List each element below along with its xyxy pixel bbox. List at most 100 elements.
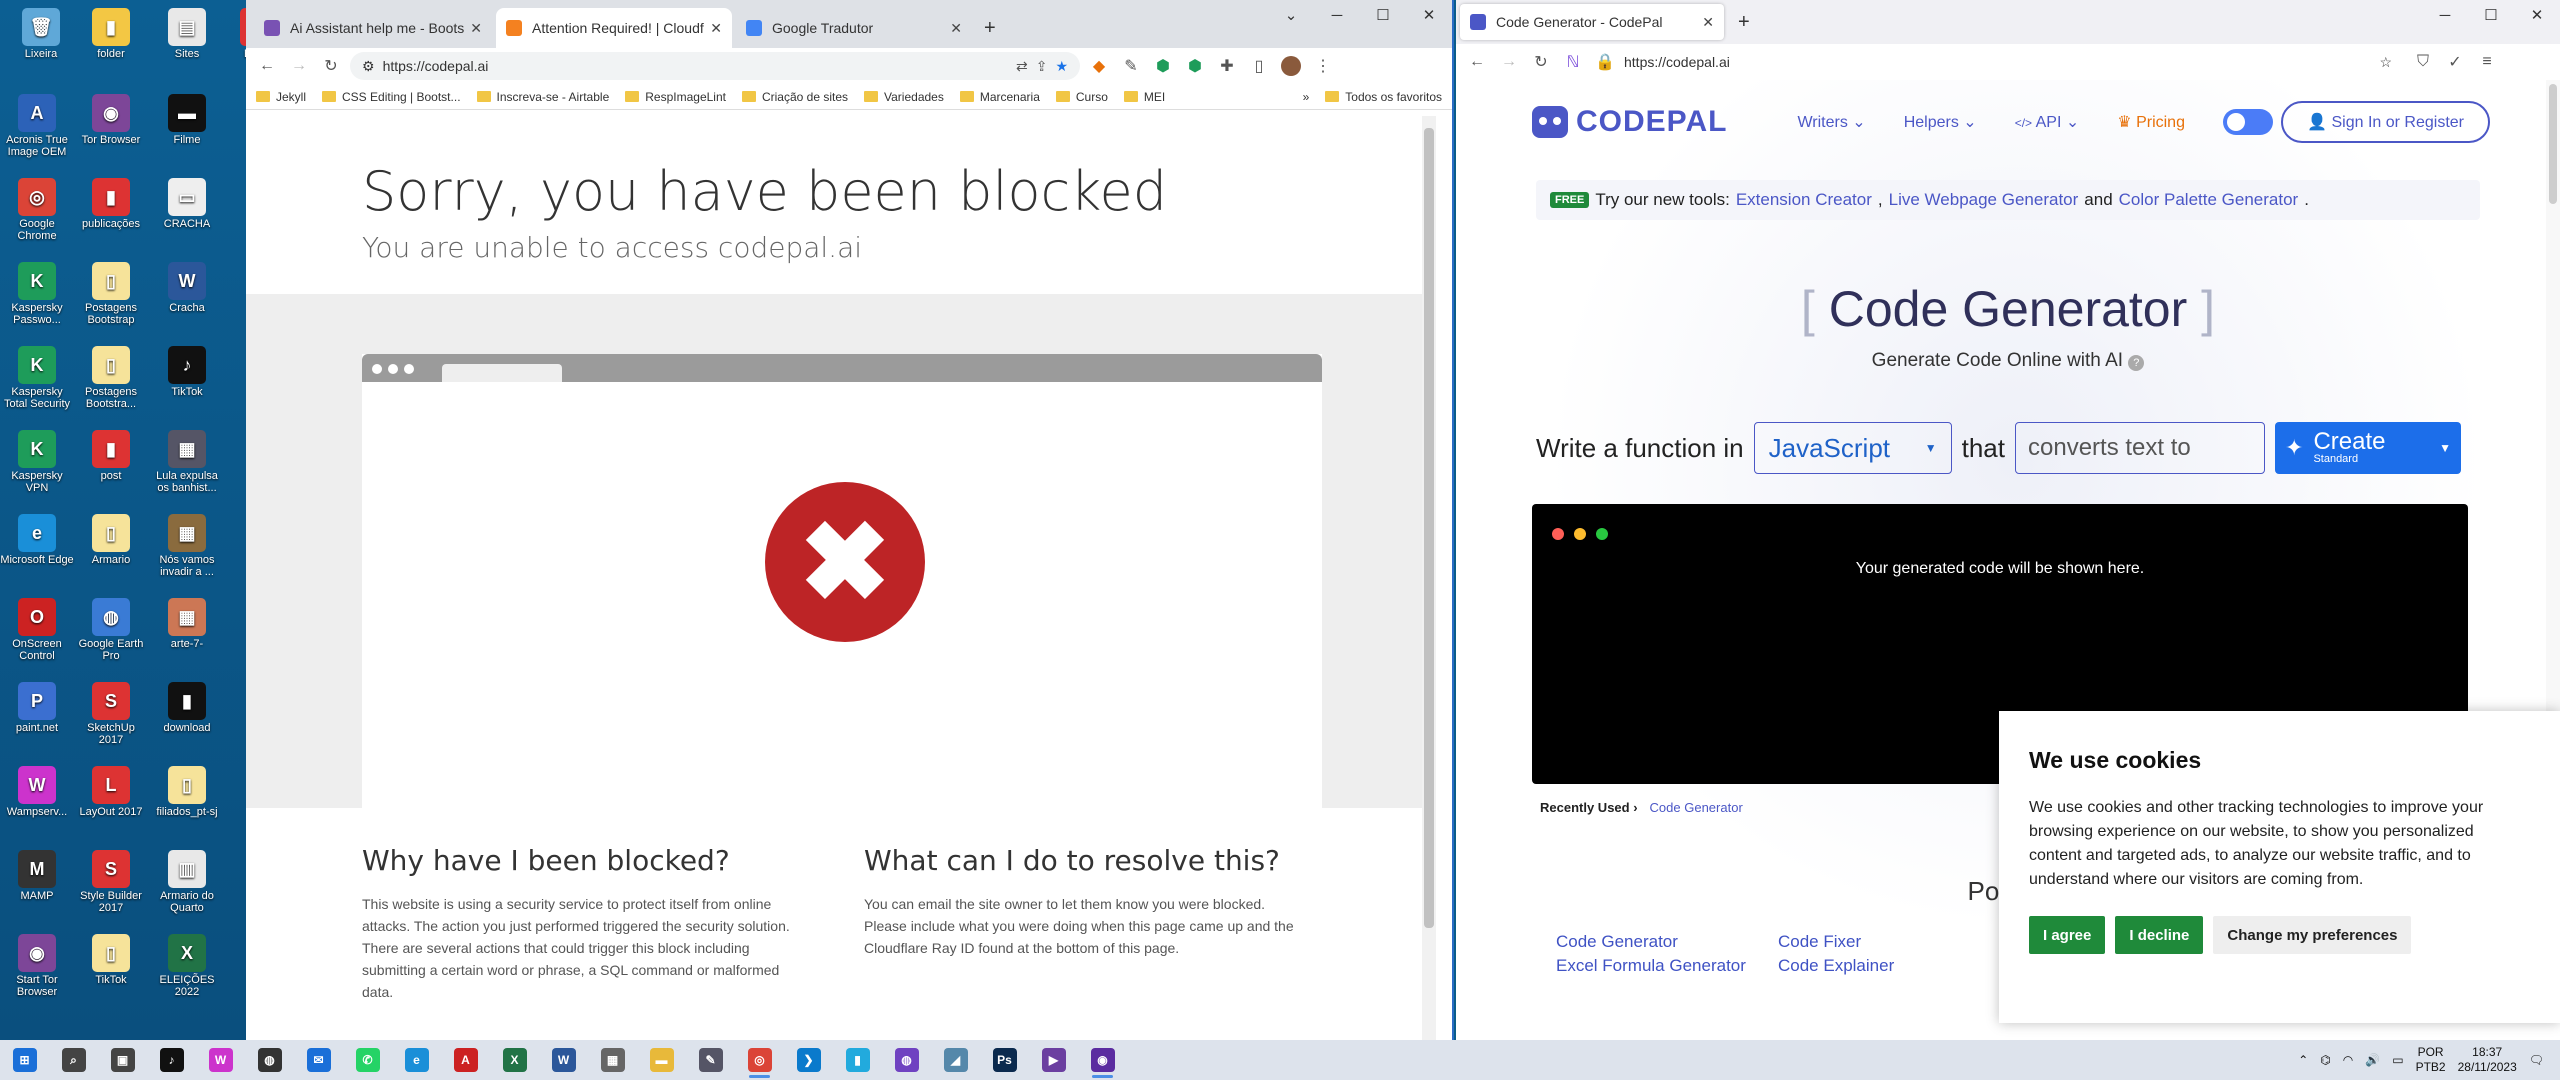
address-bar[interactable]: ⚙ https://codepal.ai ⇄ ⇪ ★ [350, 52, 1080, 80]
theme-toggle[interactable] [2222, 109, 2273, 135]
desktop-icon[interactable]: S Style Builder 2017 [74, 850, 148, 914]
whatsapp-icon[interactable]: ✆ [343, 1040, 392, 1080]
app-icon[interactable]: W [196, 1040, 245, 1080]
link-code-generator[interactable]: Code Generator [1556, 932, 1778, 952]
desktop-icon[interactable]: X ELEIÇÕES 2022 [150, 934, 224, 998]
avatar[interactable] [1278, 53, 1304, 79]
desktop-icon[interactable]: ▯ Postagens Bootstrap [74, 262, 148, 326]
tab-bootstrap-assistant[interactable]: Ai Assistant help me - Bootstrap ✕ [254, 8, 492, 48]
tab-google-translate[interactable]: Google Tradutor ✕ [736, 8, 972, 48]
extensions-puzzle-icon[interactable]: ✚ [1214, 53, 1240, 79]
cookie-decline-button[interactable]: I decline [2115, 916, 2204, 954]
desktop-icon[interactable]: ◍ Google Earth Pro [74, 598, 148, 662]
tool-icon[interactable]: ✎ [686, 1040, 735, 1080]
link-code-fixer[interactable]: Code Fixer [1778, 932, 1978, 952]
nav-helpers[interactable]: Helpers ⌄ [1904, 112, 1977, 132]
search-icon[interactable]: ⌕ [49, 1040, 98, 1080]
bookmark-item[interactable]: Jekyll [256, 90, 306, 104]
bookmark-star-icon[interactable]: ★ [1055, 58, 1068, 75]
desktop-icon[interactable]: ▮ folder [74, 8, 148, 60]
battery-icon[interactable]: ▭ [2392, 1053, 2403, 1067]
create-button[interactable]: ✦ Create Standard ▼ [2275, 422, 2461, 474]
desktop-icon[interactable]: ▦ arte-7- [150, 598, 224, 650]
link-excel-formula[interactable]: Excel Formula Generator [1556, 956, 1778, 976]
explorer-icon[interactable]: ▬ [637, 1040, 686, 1080]
translate-icon[interactable]: ⇄ [1016, 58, 1028, 75]
desktop-icon[interactable]: ▤ Sites [150, 8, 224, 60]
desktop-icon[interactable]: ▯ TikTok [74, 934, 148, 986]
app2-icon[interactable]: ▮ [833, 1040, 882, 1080]
promo-link-webpage-generator[interactable]: Live Webpage Generator [1889, 190, 2079, 210]
close-icon[interactable]: ✕ [1702, 14, 1714, 31]
bookmark-item[interactable]: Inscreva-se - Airtable [476, 90, 609, 104]
desktop-icon[interactable]: ▬ Filme [150, 94, 224, 146]
start-icon[interactable]: ⊞ [0, 1040, 49, 1080]
firefox-dev-icon[interactable]: ◉ [1078, 1040, 1127, 1080]
network-icon[interactable]: ⌬ [2320, 1053, 2330, 1067]
new-tab-button[interactable]: + [974, 8, 1014, 48]
close-icon[interactable]: ✕ [470, 20, 482, 37]
edge-icon[interactable]: e [392, 1040, 441, 1080]
extension-icon[interactable]: ⬢ [1182, 53, 1208, 79]
bookmark-item[interactable]: Marcenaria [959, 90, 1040, 104]
bookmark-item[interactable]: Variedades [864, 90, 944, 104]
nav-api[interactable]: </> API ⌄ [2015, 112, 2080, 132]
notification-icon[interactable]: 🗨 [2529, 1053, 2544, 1067]
app3-icon[interactable]: ◢ [931, 1040, 980, 1080]
promo-link-extension-creator[interactable]: Extension Creator [1736, 190, 1872, 210]
desktop-icon[interactable]: ▯ Postagens Bootstra... [74, 346, 148, 410]
menu-icon[interactable]: ≡ [2474, 49, 2500, 75]
task-view-icon[interactable]: ▣ [98, 1040, 147, 1080]
close-icon[interactable]: ✕ [950, 20, 962, 37]
desktop-icon[interactable]: W Wampserv... [0, 766, 74, 818]
acrobat-icon[interactable]: A [441, 1040, 490, 1080]
site-info-icon[interactable]: ⚙ [362, 58, 375, 75]
forward-button[interactable]: → [286, 53, 312, 79]
codepal-logo[interactable]: CODEPAL [1532, 105, 1727, 139]
desktop-icon[interactable]: L LayOut 2017 [74, 766, 148, 818]
extension-icon[interactable]: ✓ [2442, 49, 2468, 75]
desktop-icon[interactable]: S SketchUp 2017 [74, 682, 148, 746]
desktop-icon[interactable]: ▥ Armario do Quarto [150, 850, 224, 914]
desktop-icon[interactable]: ▮ download [150, 682, 224, 734]
cookie-preferences-button[interactable]: Change my preferences [2213, 916, 2412, 954]
desktop-icon[interactable]: Ppaint.net [0, 682, 74, 734]
nav-writers[interactable]: Writers ⌄ [1797, 112, 1865, 132]
nav-pricing[interactable]: ♛ Pricing [2117, 112, 2185, 132]
desktop-icon[interactable]: ◉ Start Tor Browser [0, 934, 74, 998]
help-icon[interactable]: ? [2128, 355, 2145, 371]
calculator-icon[interactable]: ▦ [588, 1040, 637, 1080]
all-bookmarks-folder[interactable]: Todos os favoritos [1325, 90, 1442, 104]
desktop-icon[interactable]: W Cracha [150, 262, 224, 314]
address-bar[interactable]: https://codepal.ai ☆ [1624, 48, 2404, 76]
menu-icon[interactable]: ⋮ [1310, 53, 1336, 79]
desktop-icon[interactable]: A Acronis True Image OEM [0, 94, 74, 158]
desktop-icon[interactable]: O OnScreen Control [0, 598, 74, 662]
desktop-icon[interactable]: e Microsoft Edge [0, 514, 74, 566]
back-button[interactable]: ← [254, 53, 280, 79]
desktop-icon[interactable]: ▯ Armario [74, 514, 148, 566]
minimize-button[interactable]: ─ [2422, 0, 2468, 30]
minimize-button[interactable]: ─ [1314, 0, 1360, 30]
volume-icon[interactable]: 🔊 [2365, 1053, 2380, 1067]
chevron-down-icon[interactable]: ⌄ [1268, 0, 1314, 30]
desktop-icon[interactable]: ▯ filiados_pt-sj [150, 766, 224, 818]
bookmarks-overflow-button[interactable]: » [1303, 90, 1310, 104]
input-language[interactable]: POR PTB2 [2416, 1045, 2446, 1075]
tab-cloudflare[interactable]: Attention Required! | Cloudflare ✕ [496, 8, 732, 48]
clock[interactable]: 18:37 28/11/2023 [2458, 1045, 2517, 1075]
photoshop-icon[interactable]: Ps [980, 1040, 1029, 1080]
new-tab-button[interactable]: + [1728, 4, 1764, 40]
excel-icon[interactable]: X [490, 1040, 539, 1080]
bookmark-item[interactable]: CSS Editing | Bootst... [322, 90, 461, 104]
extension-icon[interactable]: ◆ [1086, 53, 1112, 79]
bookmark-item[interactable]: RespImageLint [625, 90, 726, 104]
media-icon[interactable]: ▶ [1029, 1040, 1078, 1080]
close-button[interactable]: ✕ [2514, 0, 2560, 30]
sign-in-button[interactable]: 👤 Sign In or Register [2281, 101, 2490, 143]
tiktok-icon[interactable]: ♪ [147, 1040, 196, 1080]
lock-icon[interactable]: 🔒 [1592, 49, 1618, 75]
desktop-icon[interactable]: M MAMP [0, 850, 74, 902]
function-description-input[interactable]: converts text to [2015, 422, 2265, 474]
bookmark-star-icon[interactable]: ☆ [2379, 54, 2392, 71]
